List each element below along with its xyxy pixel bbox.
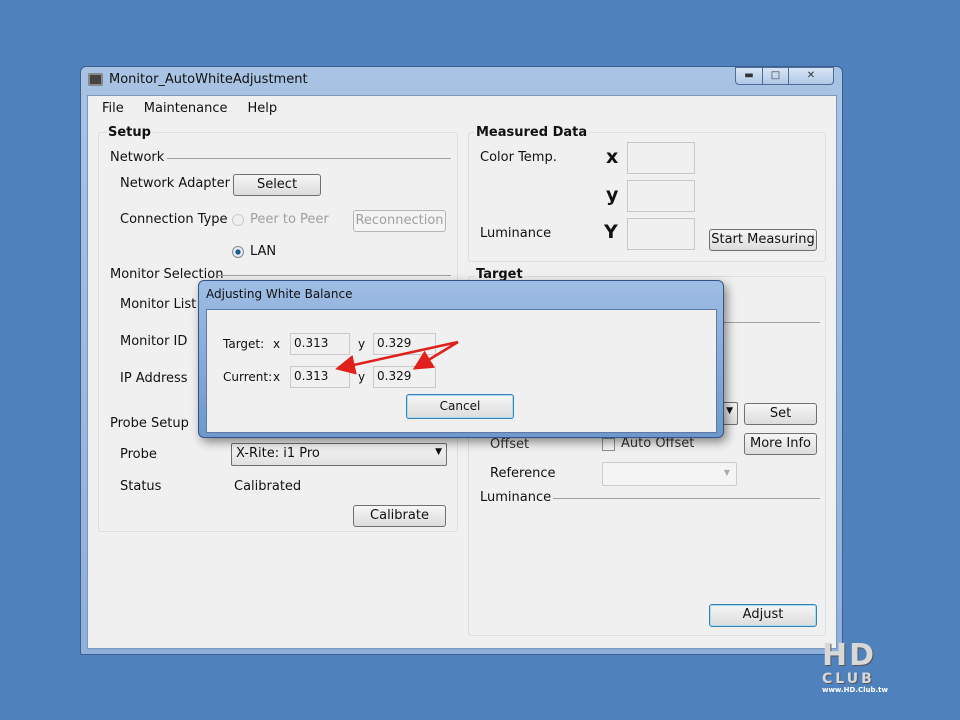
arrow-to-current-x: [335, 340, 459, 375]
annotation-arrows: [335, 340, 459, 375]
hd-club-logo: HD CLUB www.HD.Club.tw: [822, 638, 888, 695]
